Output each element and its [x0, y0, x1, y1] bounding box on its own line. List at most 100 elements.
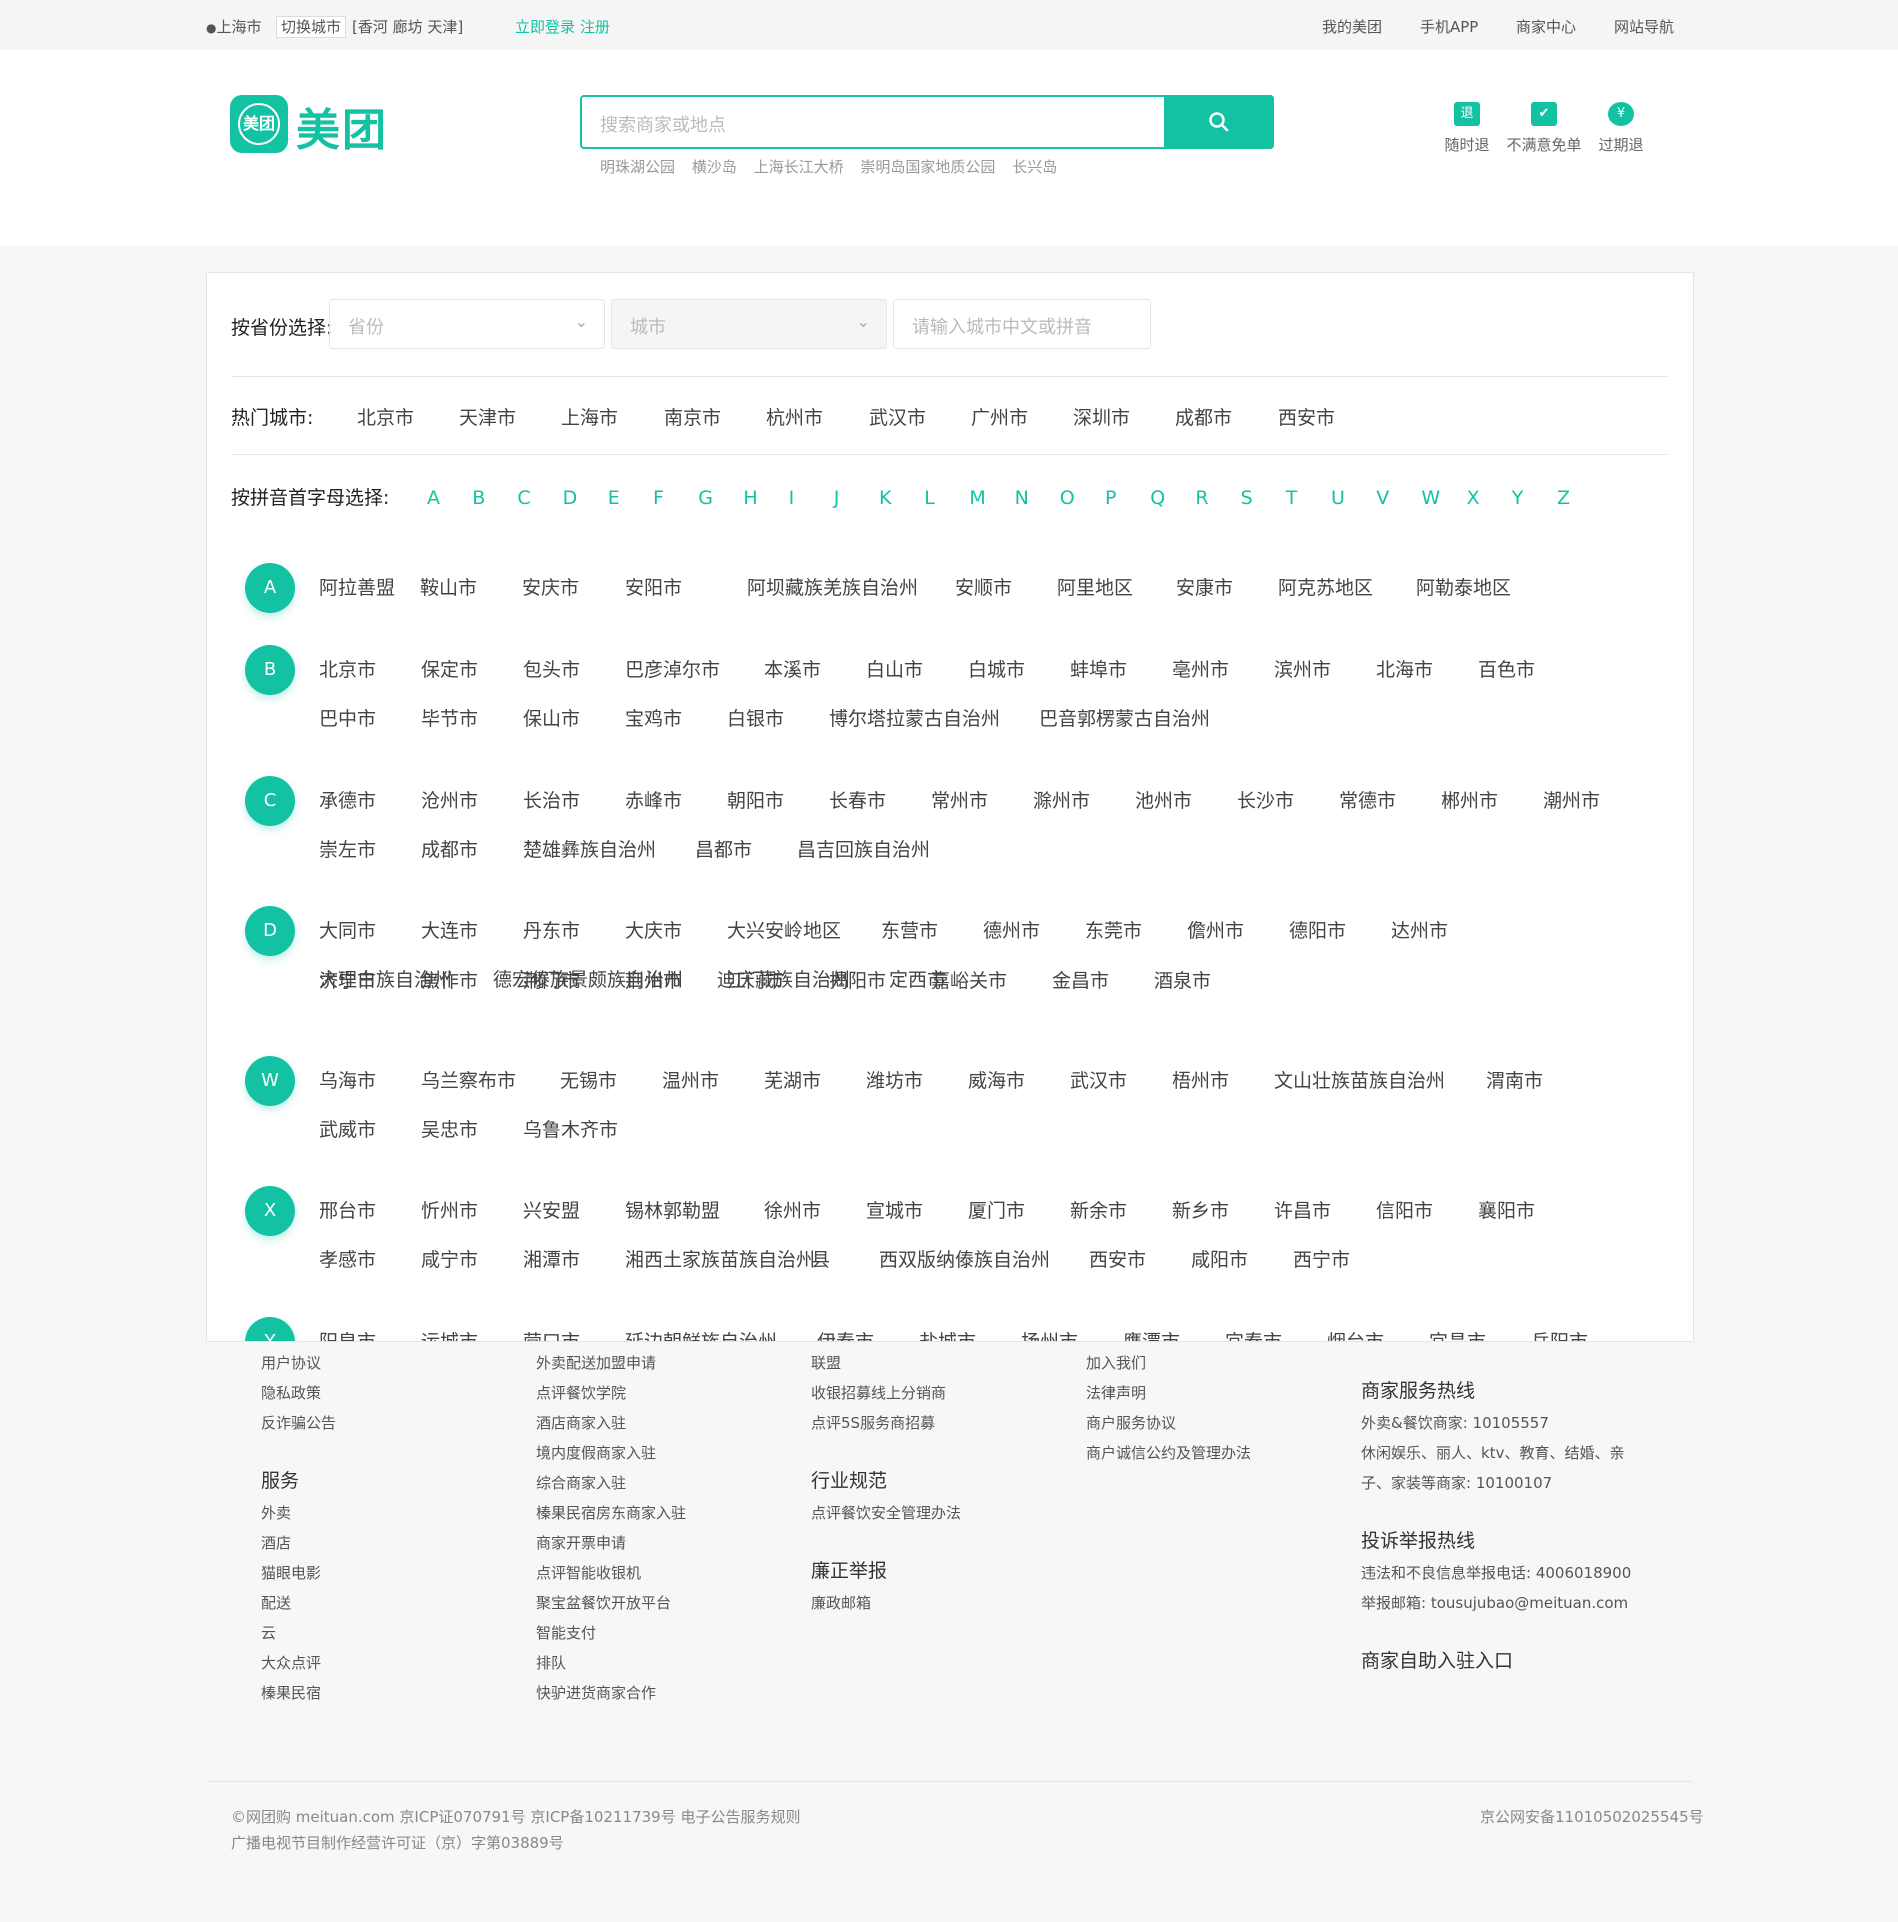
city-item[interactable]: 长春市: [829, 786, 886, 813]
footer-link[interactable]: 点评餐饮安全管理办法: [811, 1502, 961, 1523]
city-item[interactable]: 潮州市: [1543, 786, 1600, 813]
city-item[interactable]: 宜春市: [1225, 1327, 1282, 1341]
switch-city-button[interactable]: 切换城市: [276, 16, 347, 38]
letter-v[interactable]: V: [1376, 487, 1389, 509]
city-item[interactable]: 池州市: [1135, 786, 1192, 813]
letter-g[interactable]: G: [698, 487, 713, 509]
logo-text[interactable]: 美团: [296, 94, 388, 158]
city-item[interactable]: 朝阳市: [727, 786, 784, 813]
city-item[interactable]: 昌吉回族自治州: [797, 835, 930, 862]
city-item[interactable]: 东莞市: [1085, 916, 1142, 943]
hot-word[interactable]: 明珠湖公园: [600, 158, 675, 176]
footer-link[interactable]: 收银招募线上分销商: [811, 1382, 946, 1403]
city-item[interactable]: 文山壮族苗族自治州: [1274, 1066, 1445, 1093]
city-item[interactable]: 扬州市: [1021, 1327, 1078, 1341]
city-item[interactable]: 厦门市: [968, 1196, 1025, 1223]
city-item[interactable]: 乌兰察布市: [421, 1066, 516, 1093]
footer-link[interactable]: 加入我们: [1086, 1352, 1146, 1373]
city-item[interactable]: 许昌市: [1274, 1196, 1331, 1223]
hot-word[interactable]: 横沙岛: [692, 158, 737, 176]
footer-link[interactable]: 外卖配送加盟申请: [536, 1352, 656, 1373]
merchant-center-link[interactable]: 商家中心: [1516, 16, 1576, 37]
city-item[interactable]: 阿里地区: [1057, 573, 1133, 600]
city-item[interactable]: 阿坝藏族羌族自治州: [747, 573, 918, 600]
city-item[interactable]: 大庆市: [625, 916, 682, 943]
footer-link[interactable]: 商户诚信公约及管理办法: [1086, 1442, 1251, 1463]
city-item[interactable]: 白山市: [866, 655, 923, 682]
city-item[interactable]: 焦作市: [421, 966, 478, 993]
city-item[interactable]: 营口市: [523, 1327, 580, 1341]
city-item[interactable]: 潍坊市: [866, 1066, 923, 1093]
footer-link[interactable]: 外卖: [261, 1502, 291, 1523]
city-item[interactable]: 江门市: [727, 966, 784, 993]
city-item[interactable]: 阳泉市: [319, 1327, 376, 1341]
footer-link[interactable]: 云: [261, 1622, 276, 1643]
city-item[interactable]: 济宁市: [319, 966, 376, 993]
city-item[interactable]: 盐城市: [919, 1327, 976, 1341]
province-select[interactable]: 省份 ⌄: [329, 299, 605, 349]
city-item[interactable]: 锡林郭勒盟: [625, 1196, 720, 1223]
letter-w[interactable]: W: [1421, 487, 1440, 509]
city-item[interactable]: 阿克苏地区: [1278, 573, 1373, 600]
footer-link[interactable]: 点评5S服务商招募: [811, 1412, 935, 1433]
footer-link[interactable]: 廉政邮箱: [811, 1592, 871, 1613]
city-item[interactable]: 无锡市: [560, 1066, 617, 1093]
city-item[interactable]: 揭阳市: [829, 966, 886, 993]
login-link[interactable]: 立即登录: [515, 16, 575, 37]
city-item[interactable]: 长沙市: [1237, 786, 1294, 813]
city-item[interactable]: 金昌市: [1052, 966, 1109, 993]
footer-link[interactable]: 商户服务协议: [1086, 1412, 1176, 1433]
footer-link[interactable]: 酒店商家入驻: [536, 1412, 626, 1433]
hot-city-item[interactable]: 杭州市: [766, 403, 823, 430]
city-item[interactable]: 威海市: [968, 1066, 1025, 1093]
footer-link[interactable]: 隐私政策: [261, 1382, 321, 1403]
city-item[interactable]: 昌都市: [695, 835, 752, 862]
city-item[interactable]: 新余市: [1070, 1196, 1127, 1223]
city-item[interactable]: 西安市: [1089, 1245, 1146, 1272]
hot-city-item[interactable]: 上海市: [561, 403, 618, 430]
letter-o[interactable]: O: [1060, 487, 1075, 509]
letter-s[interactable]: S: [1241, 487, 1253, 509]
letter-t[interactable]: T: [1286, 487, 1298, 509]
city-item[interactable]: 阿拉善盟: [319, 573, 395, 600]
city-item[interactable]: 常州市: [931, 786, 988, 813]
city-item[interactable]: 岳阳市: [1531, 1327, 1588, 1341]
footer-link[interactable]: 榛果民宿房东商家入驻: [536, 1502, 686, 1523]
city-item[interactable]: 邢台市: [319, 1196, 376, 1223]
letter-f[interactable]: F: [653, 487, 664, 509]
city-item[interactable]: 运城市: [421, 1327, 478, 1341]
footer-link[interactable]: 配送: [261, 1592, 291, 1613]
footer-link[interactable]: 商家开票申请: [536, 1532, 626, 1553]
footer-link[interactable]: 猫眼电影: [261, 1562, 321, 1583]
footer-link[interactable]: 酒店: [261, 1532, 291, 1553]
letter-n[interactable]: N: [1015, 487, 1029, 509]
mobile-app-link[interactable]: 手机APP: [1420, 16, 1478, 37]
city-item[interactable]: 保定市: [421, 655, 478, 682]
city-item[interactable]: 武汉市: [1070, 1066, 1127, 1093]
my-meituan-link[interactable]: 我的美团: [1322, 16, 1382, 37]
hot-word[interactable]: 崇明岛国家地质公园: [860, 158, 995, 176]
merchant-self-entry-link[interactable]: 商家自助入驻入口: [1361, 1646, 1513, 1673]
footer-link[interactable]: 排队: [536, 1652, 566, 1673]
city-item[interactable]: 儋州市: [1187, 916, 1244, 943]
city-search-input[interactable]: 请输入城市中文或拼音: [893, 299, 1151, 349]
footer-link[interactable]: 点评餐饮学院: [536, 1382, 626, 1403]
footer-link[interactable]: 综合商家入驻: [536, 1472, 626, 1493]
letter-z[interactable]: Z: [1557, 487, 1570, 509]
footer-link[interactable]: 法律声明: [1086, 1382, 1146, 1403]
letter-d[interactable]: D: [563, 487, 578, 509]
city-item[interactable]: 博尔塔拉蒙古自治州: [829, 704, 1000, 731]
letter-h[interactable]: H: [743, 487, 757, 509]
nearby-cities[interactable]: [香河 廊坊 天津]: [352, 16, 463, 37]
city-item[interactable]: 北海市: [1376, 655, 1433, 682]
city-item[interactable]: 宣城市: [866, 1196, 923, 1223]
city-item[interactable]: 大同市: [319, 916, 376, 943]
city-item[interactable]: 宜昌市: [1429, 1327, 1486, 1341]
letter-e[interactable]: E: [608, 487, 620, 509]
city-item[interactable]: 武威市: [319, 1115, 376, 1142]
city-item[interactable]: 乌鲁木齐市: [523, 1115, 618, 1142]
city-item[interactable]: 亳州市: [1172, 655, 1229, 682]
city-item[interactable]: 忻州市: [421, 1196, 478, 1223]
city-item[interactable]: 沧州市: [421, 786, 478, 813]
city-item[interactable]: 保山市: [523, 704, 580, 731]
